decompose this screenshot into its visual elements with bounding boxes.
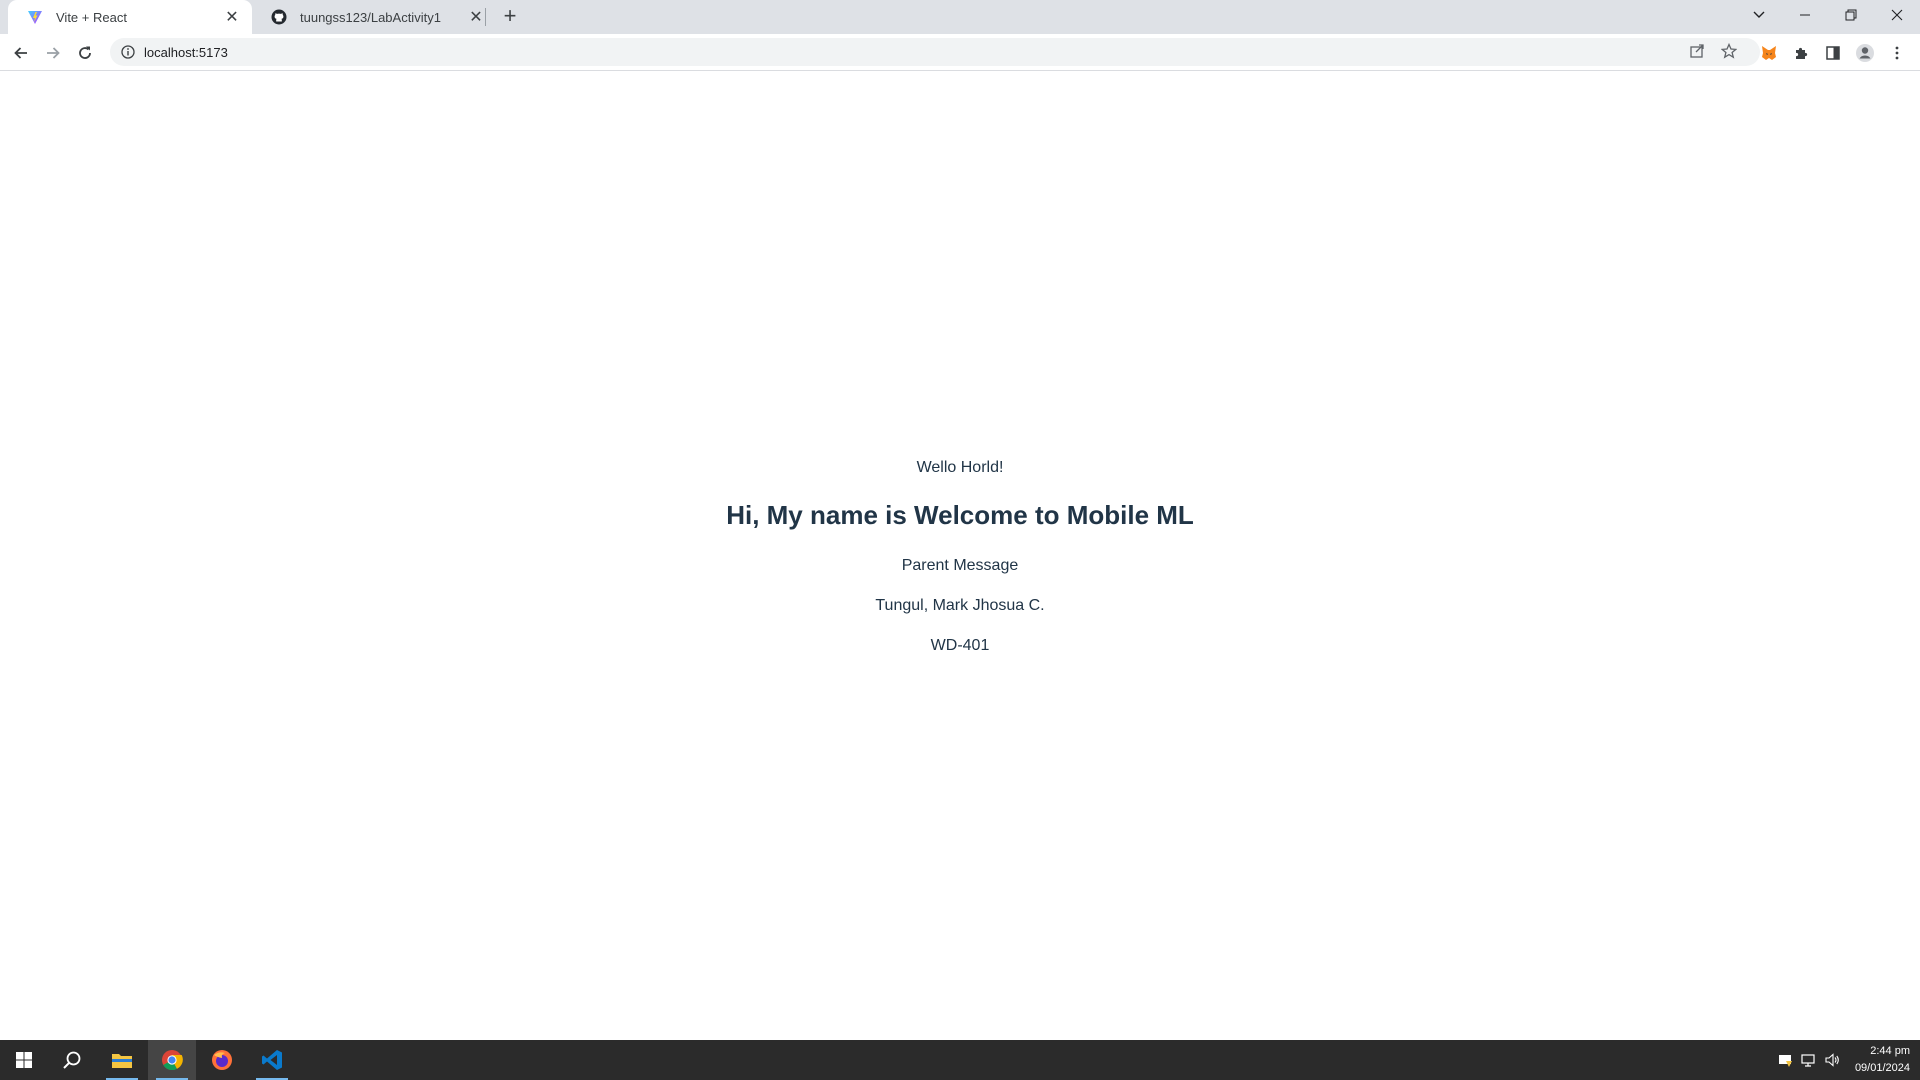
- arrow-right-icon: [47, 47, 60, 59]
- security-tray-icon[interactable]: [1775, 1050, 1795, 1070]
- volume-icon[interactable]: [1822, 1050, 1842, 1070]
- extensions-button[interactable]: [1788, 40, 1814, 66]
- file-explorer-icon: [112, 1054, 132, 1068]
- tab-title: tuungss123/LabActivity1: [300, 9, 441, 25]
- side-panel-icon: [1826, 46, 1840, 60]
- minimize-icon: [1800, 14, 1810, 16]
- back-button[interactable]: [8, 40, 34, 66]
- star-icon: [1721, 43, 1737, 59]
- bookmark-button[interactable]: [1716, 38, 1742, 64]
- firefox-button[interactable]: [198, 1040, 246, 1080]
- windows-taskbar: 2:44 pm 09/01/2024: [0, 1040, 1920, 1080]
- arrow-left-icon: [14, 47, 27, 59]
- tab-search-button[interactable]: [1736, 0, 1782, 30]
- windows-start-icon: [16, 1052, 32, 1068]
- metamask-extension[interactable]: [1756, 40, 1782, 66]
- restore-icon: [1845, 9, 1857, 21]
- greeting-text: Wello Horld!: [916, 459, 1004, 476]
- metamask-fox-icon: [1762, 46, 1776, 60]
- restore-button[interactable]: [1828, 0, 1874, 30]
- close-window-button[interactable]: [1874, 0, 1920, 30]
- tab-close-icon[interactable]: ✕: [466, 7, 486, 27]
- firefox-icon: [212, 1050, 232, 1070]
- clock-time: 2:44 pm: [1870, 1045, 1910, 1057]
- info-icon[interactable]: [114, 38, 142, 66]
- tab-separator: [485, 8, 486, 26]
- reload-button[interactable]: [72, 40, 98, 66]
- clock-date: 09/01/2024: [1854, 1062, 1910, 1074]
- puzzle-icon: [1796, 47, 1808, 59]
- new-tab-button[interactable]: +: [498, 5, 522, 29]
- share-button[interactable]: [1684, 38, 1710, 64]
- page-content: Wello Horld! Hi, My name is Welcome to M…: [0, 71, 1920, 1039]
- chrome-icon: [162, 1050, 183, 1071]
- vite-logo-icon: [26, 8, 44, 26]
- section-text: WD-401: [930, 637, 990, 654]
- parent-message: Parent Message: [901, 557, 1019, 574]
- avatar-icon: [1856, 44, 1874, 62]
- tab-close-icon[interactable]: ✕: [222, 7, 242, 27]
- tab-title: Vite + React: [56, 9, 127, 25]
- search-icon: [63, 1051, 81, 1069]
- page-heading: Hi, My name is Welcome to Mobile ML: [726, 500, 1194, 530]
- chrome-button[interactable]: [148, 1040, 196, 1080]
- tab-github[interactable]: tuungss123/LabActivity1 ✕: [252, 0, 496, 34]
- search-button[interactable]: [48, 1040, 96, 1080]
- forward-button[interactable]: [40, 40, 66, 66]
- profile-button[interactable]: [1852, 40, 1878, 66]
- menu-button[interactable]: [1884, 40, 1910, 66]
- network-icon[interactable]: [1798, 1050, 1818, 1070]
- chevron-down-icon: [1753, 11, 1765, 18]
- reload-icon: [79, 46, 91, 59]
- side-panel-button[interactable]: [1820, 40, 1846, 66]
- close-icon: [1891, 9, 1903, 21]
- vscode-button[interactable]: [248, 1040, 296, 1080]
- share-icon: [1690, 44, 1704, 58]
- system-clock[interactable]: 2:44 pm 09/01/2024: [1840, 1043, 1910, 1077]
- address-bar[interactable]: localhost:5173: [110, 38, 1760, 66]
- minimize-button[interactable]: [1782, 0, 1828, 30]
- start-button[interactable]: [0, 1040, 48, 1080]
- file-explorer-button[interactable]: [98, 1040, 146, 1080]
- url-text: localhost:5173: [144, 44, 228, 60]
- github-icon: [270, 8, 288, 26]
- student-name: Tungul, Mark Jhosua C.: [875, 597, 1045, 614]
- tab-strip: Vite + React ✕ tuungss123/LabActivity1 ✕…: [0, 0, 1920, 34]
- tab-vite-react[interactable]: Vite + React ✕: [8, 0, 252, 34]
- kebab-menu-icon: [1895, 46, 1899, 60]
- browser-toolbar: localhost:5173: [0, 34, 1920, 71]
- vscode-icon: [262, 1050, 282, 1070]
